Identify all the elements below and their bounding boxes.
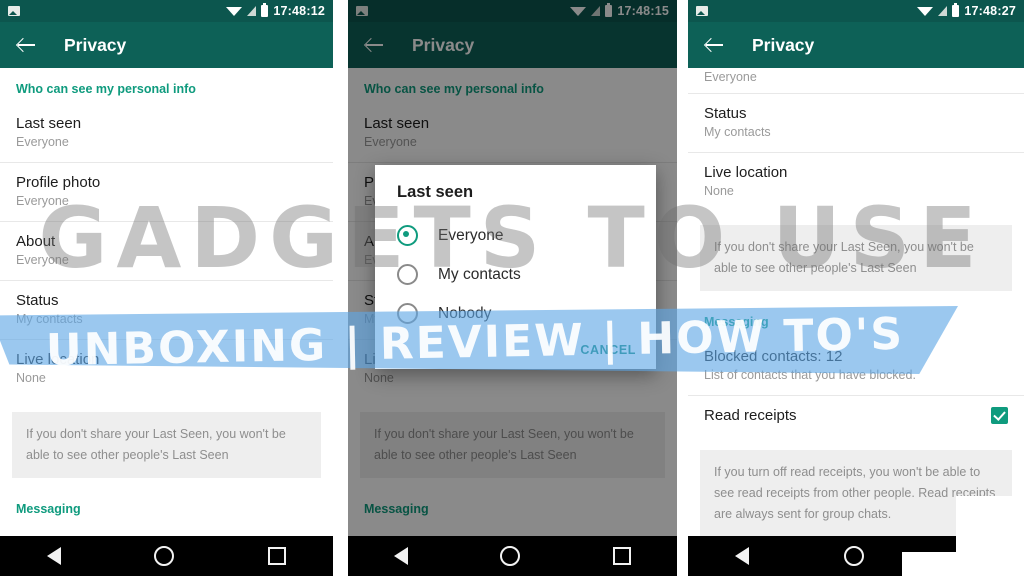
nav-back-icon[interactable] [394,547,409,565]
setting-row-live-location[interactable]: Live location None [688,153,1024,211]
android-nav-bar [348,536,677,576]
setting-row-last-seen[interactable]: Last seen Everyone [0,104,333,163]
settings-list: Everyone Status My contacts Live locatio… [688,68,1024,537]
setting-row-status[interactable]: Status My contacts [0,281,333,340]
section-header-messaging: Messaging [16,502,81,516]
last-seen-dialog: Last seen Everyone My contacts Nobody CA… [375,165,656,369]
row-title: Status [704,105,747,122]
read-receipts-note: If you turn off read receipts, you won't… [700,450,1012,537]
phone-panel-3: 17:48:27 Privacy Everyone Status My cont… [688,0,1024,576]
last-seen-note: If you don't share your Last Seen, you w… [700,225,1012,291]
nav-recents-icon[interactable] [958,547,977,565]
status-bar-clock: 17:48:27 [964,4,1016,18]
row-title: Read receipts [704,407,797,424]
wifi-icon [917,6,934,16]
nav-recents-icon[interactable] [268,547,287,565]
nav-recents-icon[interactable] [612,547,631,565]
dialog-option-label: My contacts [438,265,521,283]
android-nav-bar [0,536,333,576]
back-arrow-icon[interactable] [704,34,726,56]
row-value: My contacts [704,125,771,139]
row-title: Blocked contacts: 12 [704,348,843,365]
status-bar-left [696,6,917,16]
setting-row-profile-photo[interactable]: Profile photo Everyone [0,163,333,222]
setting-row-about[interactable]: About Everyone [0,222,333,281]
row-value: Everyone [16,253,69,267]
phone-panel-1: 17:48:12 Privacy Who can see my personal… [0,0,333,576]
row-value: None [704,184,734,198]
row-title: Profile photo [16,174,101,191]
radio-unselected-icon[interactable] [397,264,418,285]
page-title: Privacy [64,34,127,55]
row-value: Everyone [16,135,69,149]
dialog-option-nobody[interactable]: Nobody [375,294,656,333]
section-header-messaging: Messaging [704,315,769,329]
setting-row-status[interactable]: Status My contacts [688,94,1024,153]
battery-icon [952,3,960,17]
nav-home-icon[interactable] [843,546,864,566]
row-title: Last seen [16,115,82,132]
row-value: List of contacts that you have blocked. [704,368,916,382]
panel-gap-1 [333,0,348,576]
row-value: None [16,371,46,385]
setting-row-blocked-contacts[interactable]: Blocked contacts: 12 List of contacts th… [688,337,1024,396]
dialog-option-my-contacts[interactable]: My contacts [375,255,656,294]
dialog-actions: CANCEL [375,333,656,363]
app-bar: Privacy [688,22,1024,68]
battery-icon [261,3,269,17]
read-receipts-checkbox[interactable] [991,407,1008,424]
row-title: Status [16,292,59,309]
row-value: Everyone [16,194,69,208]
nav-home-icon[interactable] [500,546,521,566]
phone-panel-2: 17:48:15 Privacy Who can see my personal… [348,0,677,576]
status-bar-left [8,6,226,16]
status-bar: 17:48:27 [688,0,1024,22]
status-bar-clock: 17:48:12 [273,4,325,18]
nav-home-icon[interactable] [154,546,175,566]
page-title: Privacy [752,34,815,55]
screenshot-root: 17:48:12 Privacy Who can see my personal… [0,0,1024,576]
row-title: Live location [704,164,788,181]
cut-off-row-value: Everyone [688,68,1024,94]
signal-icon [247,6,257,16]
cancel-button[interactable]: CANCEL [580,343,636,357]
row-title: Live location [16,351,100,368]
panel-gap-2 [677,0,688,576]
photo-icon [696,6,708,16]
app-bar: Privacy [0,22,333,68]
dialog-title: Last seen [397,183,474,201]
section-header-personal-info: Who can see my personal info [16,82,196,96]
row-title: About [16,233,56,250]
nav-back-icon[interactable] [735,547,750,565]
radio-unselected-icon[interactable] [397,303,418,324]
dialog-option-label: Everyone [438,226,504,244]
status-bar-right: 17:48:12 [226,3,325,18]
dialog-option-everyone[interactable]: Everyone [375,216,656,255]
settings-list: Who can see my personal info Last seen E… [0,68,333,524]
back-arrow-icon[interactable] [16,34,38,56]
last-seen-note: If you don't share your Last Seen, you w… [12,412,321,478]
status-bar-right: 17:48:27 [917,3,1016,18]
wifi-icon [226,6,243,16]
status-bar: 17:48:12 [0,0,333,22]
setting-row-live-location[interactable]: Live location None [0,340,333,398]
android-nav-bar [688,536,1024,576]
setting-row-read-receipts[interactable]: Read receipts [688,396,1024,436]
signal-icon [938,6,948,16]
dialog-option-label: Nobody [438,304,492,322]
radio-selected-icon[interactable] [397,225,418,246]
row-value: My contacts [16,312,83,326]
nav-back-icon[interactable] [46,547,61,565]
photo-icon [8,6,20,16]
